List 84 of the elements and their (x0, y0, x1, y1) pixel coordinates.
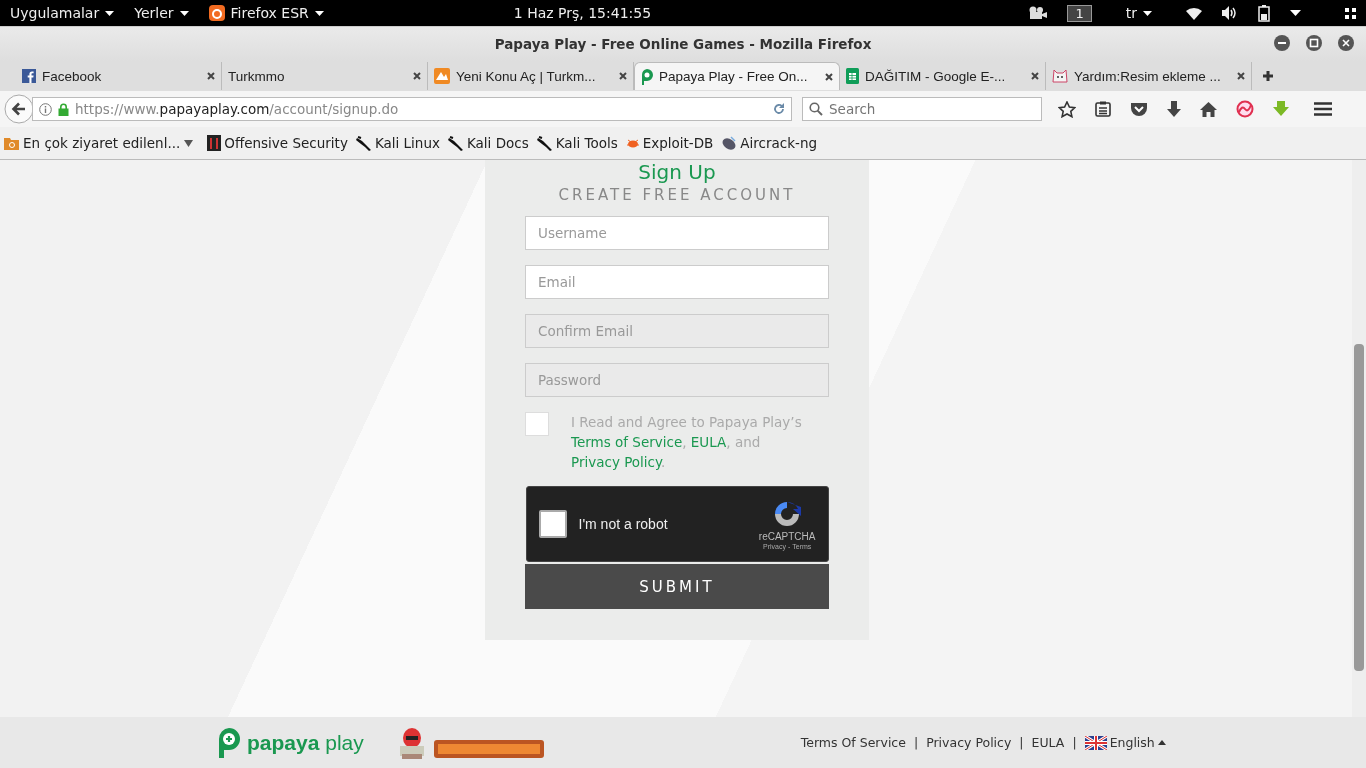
separator-text: | (913, 735, 919, 750)
close-icon[interactable] (619, 72, 627, 80)
info-icon[interactable] (39, 102, 52, 116)
keyboard-layout-menu[interactable]: tr (1125, 5, 1152, 21)
browser-tab[interactable]: Papaya Play - Free On... (634, 62, 840, 90)
menu-icon[interactable] (1314, 102, 1332, 116)
browser-tab[interactable]: Yeni Konu Aç | Turkm... (428, 62, 634, 90)
folder-icon (4, 136, 19, 150)
browser-tab[interactable]: DAĞITIM - Google E-... (840, 62, 1046, 90)
footer-link[interactable]: Terms Of Service (800, 735, 906, 750)
pocket-icon[interactable] (1130, 101, 1148, 117)
caret-icon (184, 139, 194, 147)
close-icon[interactable] (1338, 35, 1354, 51)
download-icon[interactable] (1167, 101, 1181, 117)
signup-heading: Sign Up (638, 160, 716, 184)
caret-icon[interactable] (1290, 10, 1301, 16)
maximize-icon[interactable] (1306, 35, 1322, 51)
submit-button[interactable]: SUBMIT (525, 564, 829, 609)
agree-checkbox[interactable] (525, 412, 549, 436)
caret-icon (1157, 740, 1166, 745)
bookmark-item[interactable]: Aircrack-ng (721, 135, 818, 151)
forum-icon (434, 68, 450, 84)
wifi-icon[interactable] (1186, 6, 1202, 20)
lock-icon (58, 102, 69, 116)
browser-tab[interactable]: Turkmmo (222, 62, 428, 90)
caret-icon (179, 10, 189, 16)
reload-icon[interactable] (773, 103, 785, 115)
panel-menu[interactable]: Uygulamalar (10, 5, 115, 21)
window-title: Papaya Play - Free Online Games - Mozilla Firefox (494, 36, 872, 52)
scrollbar-thumb[interactable] (1354, 344, 1364, 671)
separator-text: | (1072, 735, 1077, 750)
bookmark-item[interactable]: Kali Tools (536, 135, 618, 151)
workspace-indicator[interactable]: 1 (1067, 4, 1092, 22)
signup-subheading: CREATE FREE ACCOUNT (558, 186, 796, 204)
close-icon[interactable] (825, 72, 833, 81)
firefox-icon (208, 5, 225, 21)
separator-text: | (1019, 735, 1024, 750)
caret-icon (314, 10, 324, 16)
search-field[interactable]: Search (802, 97, 1042, 121)
panel-menu[interactable]: Yerler (134, 5, 189, 21)
back-icon[interactable] (4, 94, 34, 124)
captcha-label: I'm not a robot (578, 516, 669, 532)
recaptcha-brand: reCAPTCHA (758, 531, 816, 542)
input-field[interactable]: Username (525, 216, 829, 250)
cat-icon (1052, 69, 1068, 83)
footer-link[interactable]: Privacy Policy (926, 735, 1012, 750)
papaya-logo-icon (217, 726, 241, 759)
url-field[interactable]: https://www.papayaplay.com/account/signup.do (32, 97, 792, 121)
close-icon[interactable] (1237, 72, 1245, 80)
bookmark-item[interactable]: Exploit-DB (625, 135, 714, 151)
bookmark-item[interactable]: En çok ziyaret edilenl... (4, 135, 194, 151)
panel-menu[interactable]: Firefox ESR (208, 5, 324, 21)
captcha-checkbox[interactable] (538, 510, 567, 538)
volume-icon[interactable] (1222, 6, 1238, 20)
camera-icon[interactable] (1027, 6, 1048, 20)
bookmark-item[interactable]: Offensive Security (207, 135, 348, 151)
papaya-icon (641, 68, 653, 85)
minimize-icon[interactable] (1274, 35, 1290, 51)
spreadsheet-icon (846, 68, 859, 84)
bookmark-item[interactable]: Kali Linux (355, 135, 440, 151)
caret-icon (1143, 10, 1152, 16)
footer-link[interactable]: EULA (1031, 735, 1065, 750)
brand-name: papaya play (247, 730, 364, 755)
reading-list-icon[interactable] (1095, 101, 1111, 117)
input-field[interactable]: Email (525, 265, 829, 299)
plus-icon[interactable] (1262, 70, 1274, 82)
browser-tab[interactable]: Facebook (16, 62, 222, 90)
grid-icon[interactable] (1345, 7, 1356, 19)
scrollbar[interactable] (1352, 160, 1366, 717)
facebook-icon (22, 69, 36, 83)
caret-icon (105, 10, 115, 16)
close-icon[interactable] (413, 72, 421, 80)
clock-text: 1 Haz Prş, 15:41:55 (513, 5, 652, 21)
uk-flag-icon (1084, 735, 1107, 750)
bug-icon (625, 137, 640, 149)
close-icon[interactable] (207, 72, 215, 80)
star-icon[interactable] (1058, 100, 1076, 118)
browser-tab[interactable]: Yardım:Resim ekleme ... (1046, 62, 1252, 90)
close-icon[interactable] (1031, 72, 1039, 80)
language-selector[interactable]: English (1084, 735, 1166, 750)
battery-icon[interactable] (1258, 4, 1270, 22)
bookmark-item[interactable]: Kali Docs (447, 135, 529, 151)
home-icon[interactable] (1200, 101, 1217, 117)
satellite-dish-icon (721, 135, 738, 151)
